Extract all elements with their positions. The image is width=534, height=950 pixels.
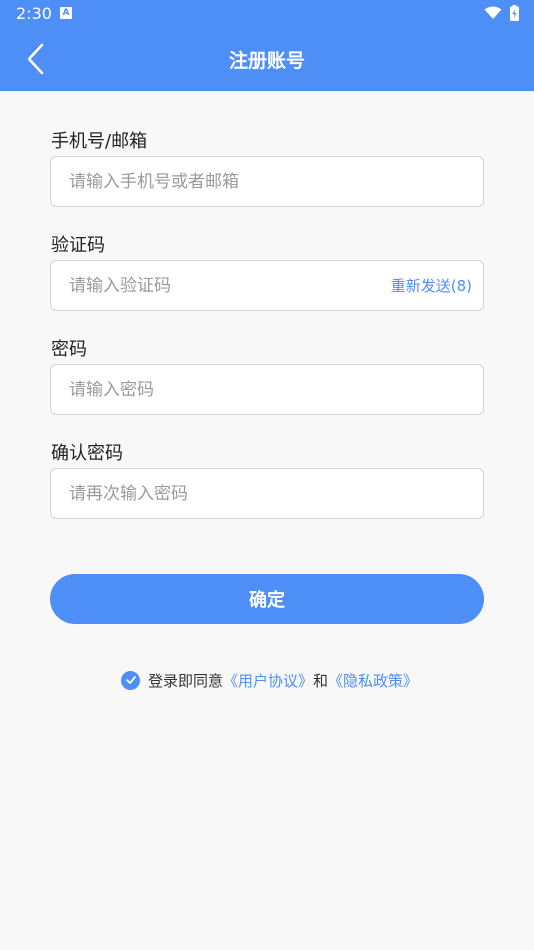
- code-field[interactable]: 重新发送(8): [50, 260, 484, 311]
- confirm-password-label: 确认密码: [51, 443, 123, 464]
- user-agreement-link[interactable]: 《用户协议》: [223, 670, 313, 691]
- password-field[interactable]: [50, 364, 484, 415]
- account-field[interactable]: [50, 156, 484, 207]
- agreement-prefix: 登录即同意: [148, 671, 224, 690]
- check-icon: [125, 676, 136, 684]
- notification-icon: A: [60, 7, 72, 19]
- agreement-conjunction: 和: [313, 671, 329, 690]
- battery-icon: [510, 5, 519, 21]
- privacy-policy-link[interactable]: 《隐私政策》: [328, 670, 418, 691]
- password-label: 密码: [51, 339, 87, 360]
- status-bar: 2:30 A: [0, 0, 534, 28]
- agreement-checkbox[interactable]: [121, 670, 140, 690]
- confirm-password-input[interactable]: [51, 469, 483, 518]
- page-title: 注册账号: [228, 50, 305, 72]
- resend-code-button[interactable]: 重新发送(8): [391, 275, 472, 296]
- agreement-row: 登录即同意 《用户协议》 和 《隐私政策》: [121, 669, 418, 691]
- password-input[interactable]: [51, 365, 483, 414]
- confirm-password-field[interactable]: [50, 468, 484, 519]
- confirm-button[interactable]: 确定: [50, 574, 484, 624]
- account-label: 手机号/邮箱: [51, 131, 148, 152]
- wifi-icon: [484, 6, 502, 19]
- account-input[interactable]: [51, 157, 483, 206]
- code-label: 验证码: [51, 235, 105, 256]
- app-header: 2:30 A 注册账号: [0, 0, 534, 91]
- status-time: 2:30: [16, 4, 52, 23]
